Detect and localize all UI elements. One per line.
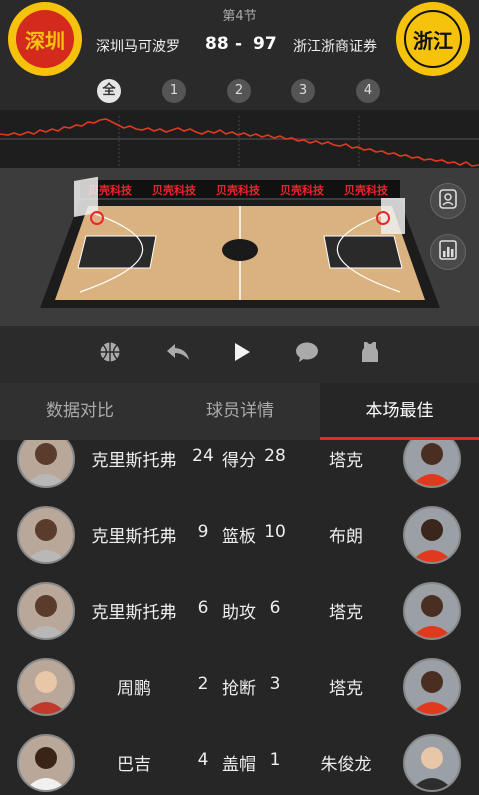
home-stat-value: 6 (197, 598, 209, 618)
home-player-avatar (17, 658, 75, 716)
score-trend-chart (0, 110, 479, 168)
away-stat-value: 28 (264, 446, 286, 466)
away-player-avatar (403, 440, 461, 488)
away-player-avatar (403, 582, 461, 640)
leader-row-blocks[interactable]: 巴吉 4 盖帽 1 朱俊龙 (0, 734, 479, 795)
score-trend-line (0, 118, 479, 167)
home-player-name: 巴吉 (117, 755, 151, 775)
stat-label: 抢断 (222, 679, 256, 699)
home-stat-value: 2 (197, 674, 209, 694)
game-leaders-list: 克里斯托弗 24 得分 28 塔克 克里斯托弗 9 篮板 10 布朗 克里斯托弗… (0, 440, 479, 795)
stat-label: 得分 (222, 451, 256, 471)
away-stat-value: 3 (269, 674, 281, 694)
home-player-avatar (17, 734, 75, 792)
stats-chart-icon (439, 240, 457, 264)
home-player-name: 克里斯托弗 (91, 527, 177, 547)
quarter-tab-all[interactable]: 全 (97, 79, 121, 103)
comment-button[interactable] (293, 340, 321, 368)
away-score: 97 (253, 34, 277, 54)
home-player-avatar (17, 440, 75, 488)
sponsor-board-5: 贝壳科技 (344, 183, 389, 197)
stats-chart-button[interactable] (430, 234, 466, 270)
sponsor-board-2: 贝壳科技 (152, 183, 197, 197)
stat-label: 助攻 (222, 603, 256, 623)
tab-player-details[interactable]: 球员详情 (160, 383, 320, 440)
away-player-name: 塔克 (329, 603, 363, 623)
away-stat-value: 1 (269, 750, 281, 770)
home-player-avatar (17, 582, 75, 640)
section-tabs: 数据对比 球员详情 本场最佳 (0, 383, 479, 440)
player-card-icon (439, 189, 457, 213)
sponsor-board-4: 贝壳科技 (280, 183, 325, 197)
leader-row-rebounds[interactable]: 克里斯托弗 9 篮板 10 布朗 (0, 506, 479, 568)
quarter-tab-2[interactable]: 2 (227, 79, 251, 103)
live-controls (0, 326, 479, 383)
away-stat-value: 10 (264, 522, 286, 542)
basketball-court: 贝壳科技 贝壳科技 贝壳科技 贝壳科技 贝壳科技 (0, 168, 479, 326)
home-team-name: 深圳马可波罗 (96, 39, 180, 55)
back-button[interactable] (164, 340, 192, 368)
tab-stats-comparison[interactable]: 数据对比 (0, 383, 160, 440)
home-player-name: 克里斯托弗 (91, 603, 177, 623)
leader-row-steals[interactable]: 周鹏 2 抢断 3 塔克 (0, 658, 479, 720)
player-card-button[interactable] (430, 183, 466, 219)
tab-game-best[interactable]: 本场最佳 (320, 383, 479, 440)
leader-row-assists[interactable]: 克里斯托弗 6 助攻 6 塔克 (0, 582, 479, 644)
away-stat-value: 6 (269, 598, 281, 618)
stat-label: 篮板 (222, 527, 256, 547)
home-player-name: 克里斯托弗 (91, 451, 177, 471)
quarter-tabs: 全 1 2 3 4 (0, 79, 479, 103)
quarter-tab-4[interactable]: 4 (356, 79, 380, 103)
away-player-name: 布朗 (329, 527, 363, 547)
basketball-icon (99, 341, 121, 367)
home-stat-value: 9 (197, 522, 209, 542)
leader-row-points[interactable]: 克里斯托弗 24 得分 28 塔克 (0, 440, 479, 492)
jersey-button[interactable] (356, 340, 384, 368)
away-team-logo[interactable]: 浙江 (396, 2, 470, 76)
sponsor-board-3: 贝壳科技 (216, 183, 261, 197)
away-player-name: 塔克 (329, 679, 363, 699)
score-separator: - (235, 34, 243, 54)
quarter-tab-1[interactable]: 1 (162, 79, 186, 103)
score-trend-svg (0, 116, 479, 167)
away-player-name: 塔克 (329, 451, 363, 471)
basketball-button[interactable] (96, 340, 124, 368)
play-button[interactable] (228, 340, 256, 368)
away-player-name: 朱俊龙 (320, 755, 372, 775)
home-stat-value: 4 (197, 750, 209, 770)
away-player-avatar (403, 658, 461, 716)
play-icon (233, 342, 251, 366)
home-player-avatar (17, 506, 75, 564)
away-player-avatar (403, 506, 461, 564)
jersey-icon (361, 341, 379, 367)
away-team-name: 浙江浙商证券 (293, 39, 377, 55)
court-view: 贝壳科技 贝壳科技 贝壳科技 贝壳科技 贝壳科技 (0, 168, 479, 326)
game-header: 深圳 第4节 深圳马可波罗 88 - 97 浙江浙商证券 浙江 全 1 2 3 … (0, 0, 479, 110)
away-logo-text: 浙江 (404, 10, 462, 68)
home-stat-value: 24 (192, 446, 214, 466)
home-player-name: 周鹏 (117, 679, 151, 699)
back-icon (165, 342, 191, 366)
quarter-tab-3[interactable]: 3 (291, 79, 315, 103)
home-score: 88 (205, 34, 229, 54)
stat-label: 盖帽 (222, 755, 256, 775)
away-player-avatar (403, 734, 461, 792)
comment-icon (295, 341, 319, 367)
